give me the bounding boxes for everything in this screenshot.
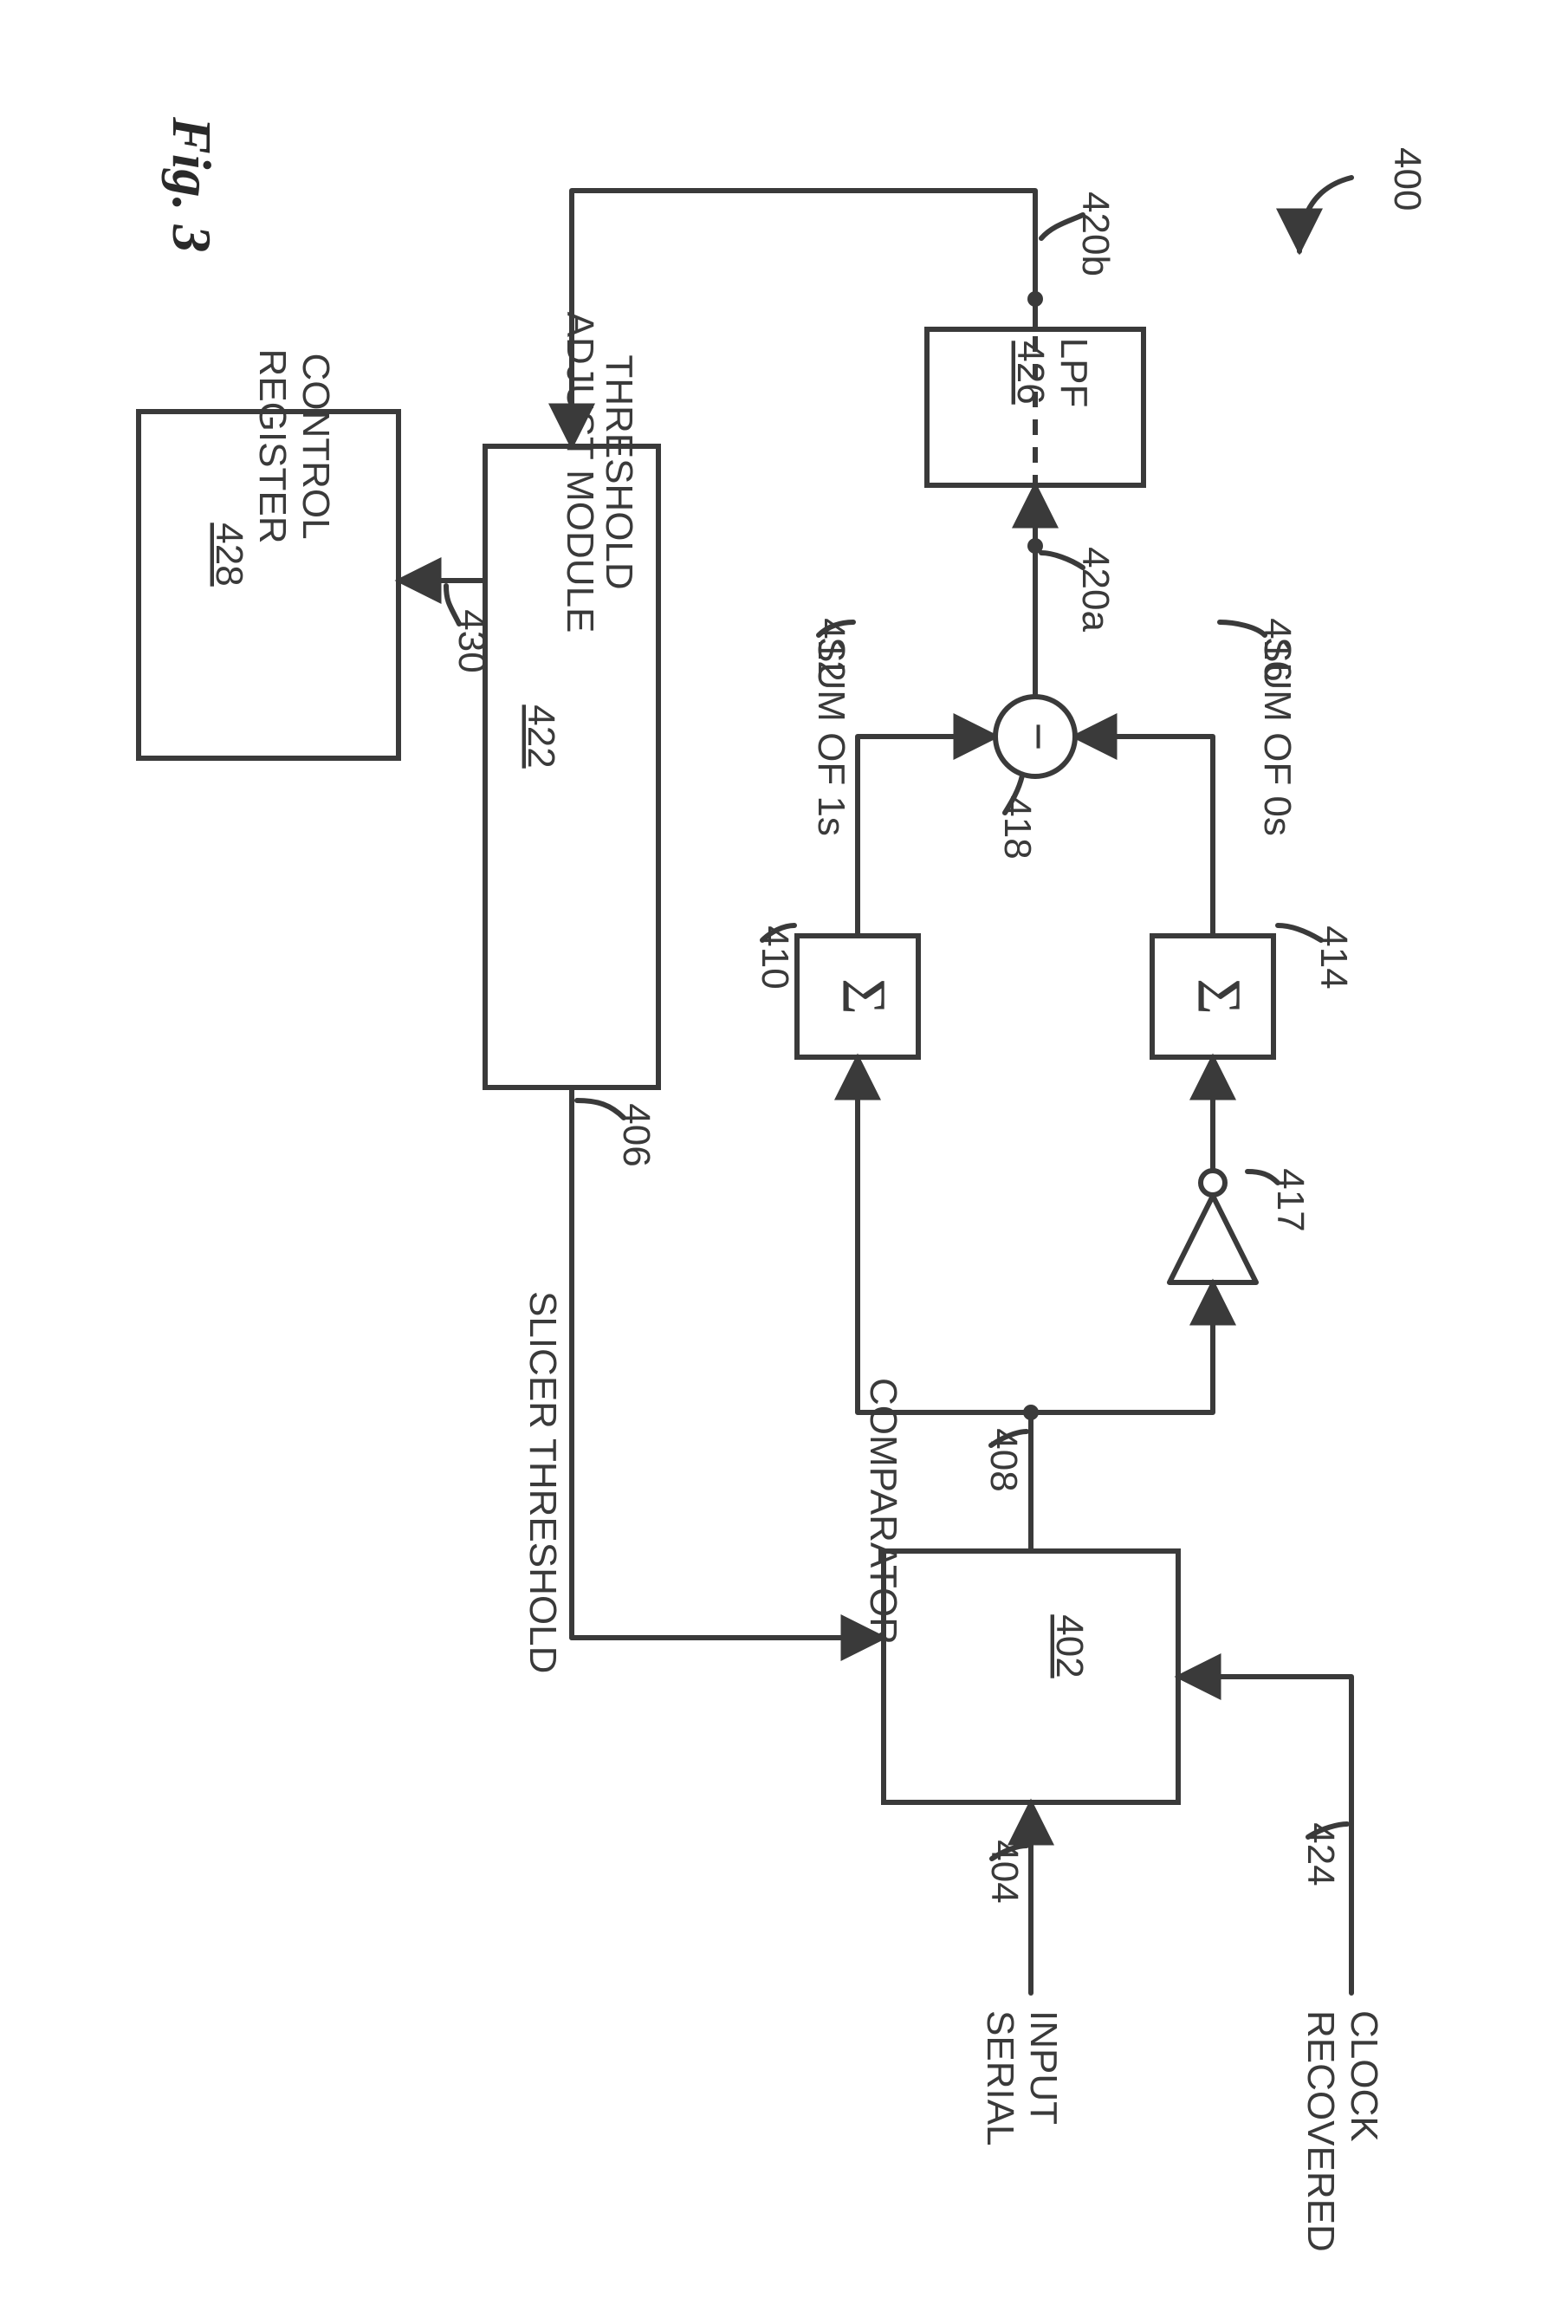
figure-title: Fig. 3	[161, 116, 223, 252]
ref-402: 402	[1048, 1614, 1091, 1678]
ref-418: 418	[996, 795, 1039, 859]
ref-414: 414	[1312, 925, 1355, 989]
ref-416: 416	[1256, 618, 1299, 681]
ref-420b: 420b	[1074, 192, 1117, 276]
wire-feedback	[572, 191, 1035, 446]
inverter-symbol	[1170, 1171, 1256, 1282]
ref-428: 428	[208, 523, 250, 586]
recovered-label-2: CLOCK	[1343, 2010, 1385, 2142]
diagram-canvas: Fig. 3 400 CONTROL REGISTER 428 430 THRE…	[0, 0, 1568, 2324]
ref-400-arrow	[1299, 178, 1351, 251]
ref-420a: 420a	[1074, 547, 1117, 632]
sigma-icon-0: Σ	[1184, 978, 1254, 1015]
slicer-threshold-2: THRESHOLD	[522, 1438, 564, 1673]
lpf-label: LPF	[1053, 338, 1095, 408]
threshold-adjust-label-2: ADJUST MODULE	[559, 312, 601, 633]
ref-400: 400	[1386, 147, 1429, 211]
recovered-label-1: RECOVERED	[1299, 2010, 1342, 2252]
wire-to-sum1	[858, 1057, 1031, 1412]
slicer-threshold-1: SLICER	[522, 1291, 564, 1429]
comparator-block	[884, 1551, 1178, 1802]
control-register-label-2: REGISTER	[251, 349, 294, 544]
ref-410: 410	[754, 925, 796, 989]
ref-426: 426	[1009, 341, 1052, 404]
wire-to-inverter	[1031, 1282, 1213, 1412]
sigma-icon-1: Σ	[829, 978, 898, 1015]
serial-label-1: SERIAL	[979, 2010, 1021, 2146]
control-register-label-1: CONTROL	[295, 353, 337, 539]
ref-422: 422	[520, 704, 562, 768]
wire-412	[858, 737, 996, 936]
serial-label-2: INPUT	[1022, 2010, 1065, 2125]
comparator-label: COMPARATOR	[862, 1378, 904, 1645]
threshold-adjust-label-1: THRESHOLD	[598, 354, 640, 589]
wire-416	[1074, 737, 1213, 936]
minus-icon: −	[1012, 723, 1066, 751]
